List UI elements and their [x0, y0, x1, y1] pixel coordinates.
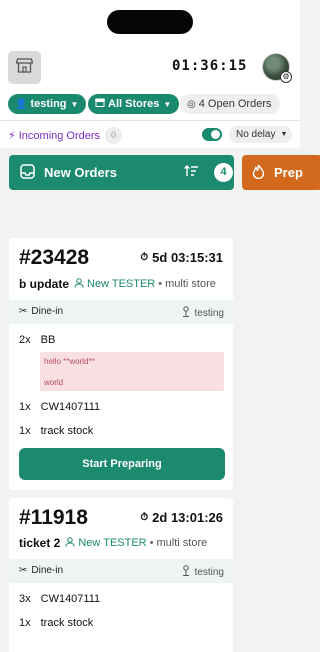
- separator-dot: •: [149, 537, 154, 549]
- start-preparing-button[interactable]: Start Preparing: [19, 448, 225, 480]
- order-timer-value: 5d 03:15:31: [152, 250, 223, 265]
- chevron-down-icon: ▼: [163, 99, 172, 109]
- new-orders-count-badge: 4: [214, 163, 233, 182]
- order-type-label: Dine-in: [31, 565, 64, 576]
- status-bar: 1:36: [0, 0, 300, 42]
- order-location: testing: [181, 306, 224, 320]
- delay-select[interactable]: No delay ▼: [229, 126, 292, 143]
- location-person-icon: [181, 306, 191, 320]
- chevron-down-icon: ▼: [70, 99, 79, 109]
- item-qty: 1x: [19, 617, 31, 629]
- timer-icon: ⏱: [140, 512, 149, 523]
- order-timer: ⏱ 2d 13:01:26: [140, 510, 223, 525]
- order-location-label: testing: [194, 566, 224, 578]
- order-item: 1x CW1407111: [19, 401, 100, 413]
- order-creator: New TESTER: [87, 278, 156, 290]
- item-note-line: hello **world**: [44, 357, 95, 366]
- order-item: 1x track stock: [19, 425, 93, 437]
- flame-icon: [252, 164, 265, 182]
- item-name: track stock: [40, 425, 94, 437]
- item-qty: 2x: [19, 334, 31, 346]
- utensils-icon: ✂: [19, 306, 28, 317]
- item-name: CW1407111: [40, 593, 101, 605]
- incoming-orders-label: Incoming Orders: [18, 129, 101, 142]
- tab-preparing-label: Prep: [274, 165, 303, 180]
- clock-icon: ◎: [187, 98, 196, 110]
- stores-filter-chip[interactable]: All Stores ▼: [88, 94, 180, 114]
- location-person-icon: [181, 565, 191, 579]
- delay-select-value: No delay: [236, 129, 276, 140]
- item-name: CW1407111: [40, 401, 101, 413]
- open-orders-label: 4 Open Orders: [198, 98, 272, 110]
- inbox-tray-icon: [20, 163, 35, 182]
- user-icon: 👤: [15, 98, 28, 110]
- item-qty: 1x: [19, 425, 31, 437]
- order-creator: New TESTER: [78, 537, 147, 549]
- item-qty: 1x: [19, 401, 31, 413]
- order-type-label: Dine-in: [31, 306, 64, 317]
- chevron-down-icon: ▼: [280, 131, 288, 138]
- status-icons: [242, 14, 282, 32]
- order-item: 2x BB: [19, 334, 55, 346]
- item-name: track stock: [40, 617, 94, 629]
- wifi-icon: [242, 14, 255, 32]
- tab-new-orders-label: New Orders: [44, 165, 117, 180]
- order-number: #23428: [19, 246, 90, 269]
- store-button[interactable]: [8, 51, 41, 84]
- location-filter-chip[interactable]: 👤 testing ▼: [8, 94, 87, 114]
- order-timer-value: 2d 13:01:26: [152, 510, 223, 525]
- person-icon: [74, 277, 84, 291]
- person-icon: [65, 536, 75, 550]
- stores-filter-label: All Stores: [108, 98, 160, 110]
- clock-display: 01:36:15: [172, 58, 248, 74]
- order-item: 3x CW1407111: [19, 593, 100, 605]
- settings-gear-icon[interactable]: ⚙: [280, 71, 292, 83]
- order-card[interactable]: #23428 ⏱ 5d 03:15:31 b update New TESTER…: [9, 238, 233, 490]
- order-meta: b update New TESTER • multi store: [19, 277, 216, 291]
- order-number: #11918: [19, 506, 88, 529]
- order-type-row: ✂ Dine-in testing: [9, 559, 233, 583]
- order-store: multi store: [165, 278, 216, 290]
- open-orders-chip[interactable]: ◎ 4 Open Orders: [180, 94, 280, 114]
- dynamic-island: [107, 10, 193, 34]
- order-name: ticket 2: [19, 536, 61, 550]
- store-icon: [15, 57, 34, 78]
- incoming-toggle[interactable]: [202, 128, 222, 141]
- timer-icon: ⏱: [140, 252, 149, 263]
- location-filter-label: testing: [30, 98, 67, 110]
- item-note-line: world: [44, 378, 64, 387]
- tab-new-orders[interactable]: New Orders 4: [9, 155, 234, 190]
- order-store: multi store: [156, 537, 208, 549]
- order-type-row: ✂ Dine-in testing: [9, 300, 233, 324]
- item-note: hello **world** world: [40, 352, 224, 391]
- order-timer: ⏱ 5d 03:15:31: [140, 250, 223, 265]
- order-location: testing: [181, 565, 224, 579]
- lightning-icon: ⚡: [8, 130, 16, 142]
- battery-icon: [260, 14, 282, 32]
- incoming-orders-bar: ⚡ Incoming Orders 0 No delay ▼: [0, 120, 300, 148]
- tab-preparing[interactable]: Prep: [242, 155, 320, 190]
- order-location-label: testing: [194, 307, 224, 319]
- order-meta: ticket 2 New TESTER • multi store: [19, 536, 207, 550]
- order-card[interactable]: #11918 ⏱ 2d 13:01:26 ticket 2 New TESTER…: [9, 498, 233, 652]
- order-name: b update: [19, 277, 69, 291]
- order-type: ✂ Dine-in: [19, 306, 63, 317]
- header: 01:36:15 ⚙ 👤 testing ▼ All Stores ▼ ◎ 4 …: [0, 42, 300, 120]
- utensils-icon: ✂: [19, 565, 28, 576]
- status-time: 1:36: [44, 14, 73, 30]
- order-type: ✂ Dine-in: [19, 565, 63, 576]
- item-name: BB: [40, 334, 56, 346]
- order-item: 1x track stock: [19, 617, 93, 629]
- item-qty: 3x: [19, 593, 31, 605]
- incoming-orders-link[interactable]: ⚡ Incoming Orders: [8, 129, 101, 143]
- sort-icon[interactable]: [184, 165, 199, 180]
- separator-dot: •: [158, 278, 163, 290]
- incoming-count-badge: 0: [105, 127, 122, 144]
- store-icon: [95, 98, 105, 110]
